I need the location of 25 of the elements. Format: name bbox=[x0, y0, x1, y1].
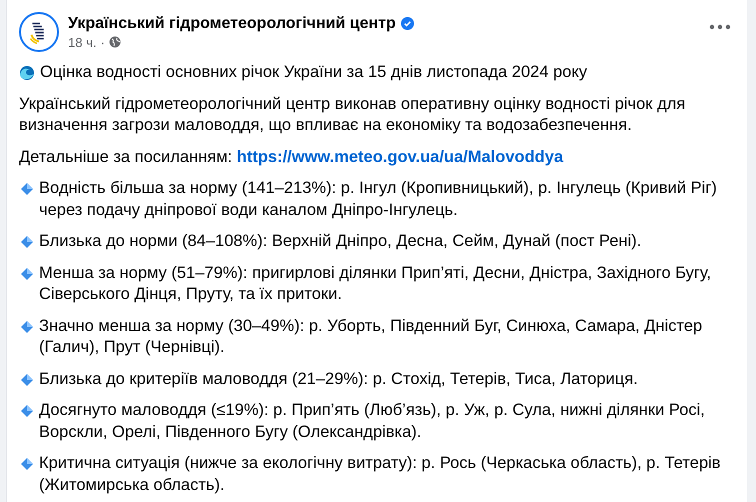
bullet-text: Критична ситуація (нижче за екологічну витрату): р. Рось (Черкаська область), р. Тетерів (Житомирська область). bbox=[39, 453, 722, 496]
diamond-icon bbox=[20, 404, 34, 418]
diamond-icon bbox=[20, 235, 34, 249]
post-time[interactable]: 18 ч. bbox=[68, 34, 96, 50]
diamond-icon bbox=[20, 266, 34, 280]
link[interactable]: https://www.meteo.gov.ua/ua/Malovoddya bbox=[236, 148, 564, 166]
post-title: Оцінка водності основних річок України за 15 днів листопада 2024 року bbox=[40, 62, 588, 83]
bullet-text: Менша за норму (51–79%): пригирлові ділянки Прип’яті, Десни, Дністра, Західного Бугу, Сіверського Дінця, Пруту, та їх притоки. bbox=[39, 262, 712, 305]
bullet-text: Водність більша за норму (141–213%): р. Інгул (Кропивницький), р. Інгулець (Кривий Ріг) через подачу дніпрової води каналом Дніпро-Інгулець. bbox=[39, 178, 718, 220]
post-paragraph: Український гідрометеорологічний центр виконав оперативну оцінку водності річок для визначення загрози маловоддя, що впливає на економіку та водозабезпечення. bbox=[19, 94, 686, 136]
diamond-icon bbox=[20, 372, 34, 386]
diamond-icon bbox=[20, 457, 34, 471]
bullet-text: Близька до критеріїв маловоддя (21–29%): р. Стохід, Тетерів, Тиса, Латориця. bbox=[39, 368, 639, 390]
bullet-text: Значно менша за норму (30–49%): р. Уборть, Південний Буг, Синюха, Самара, Дністер (Галич), Прут (Чернівці). bbox=[39, 316, 704, 358]
page-name[interactable]: Український гідрометеорологічний центр bbox=[68, 14, 396, 32]
bullet-text: Близька до норми (84–108%): Верхній Дніпро, Десна, Сейм, Дунай (пост Рені). bbox=[39, 231, 642, 252]
diamond-icon bbox=[20, 320, 34, 334]
water-wave-icon bbox=[19, 64, 35, 80]
bullet-text: Досягнуто маловоддя (≤19%): р. Прип’ять (Люб’язь), р. Уж, р. Сула, нижні ділянки Росі, Ворскли, Орелі, Південного Бугу (Олександрівка). bbox=[39, 400, 706, 442]
globe-icon bbox=[108, 36, 121, 48]
more-options-icon[interactable] bbox=[709, 24, 731, 30]
separator-dot: · bbox=[100, 34, 105, 50]
logo-avatar[interactable] bbox=[19, 12, 59, 52]
link-label: Детальніше за посиланням: bbox=[19, 148, 232, 166]
diamond-icon bbox=[20, 182, 34, 196]
